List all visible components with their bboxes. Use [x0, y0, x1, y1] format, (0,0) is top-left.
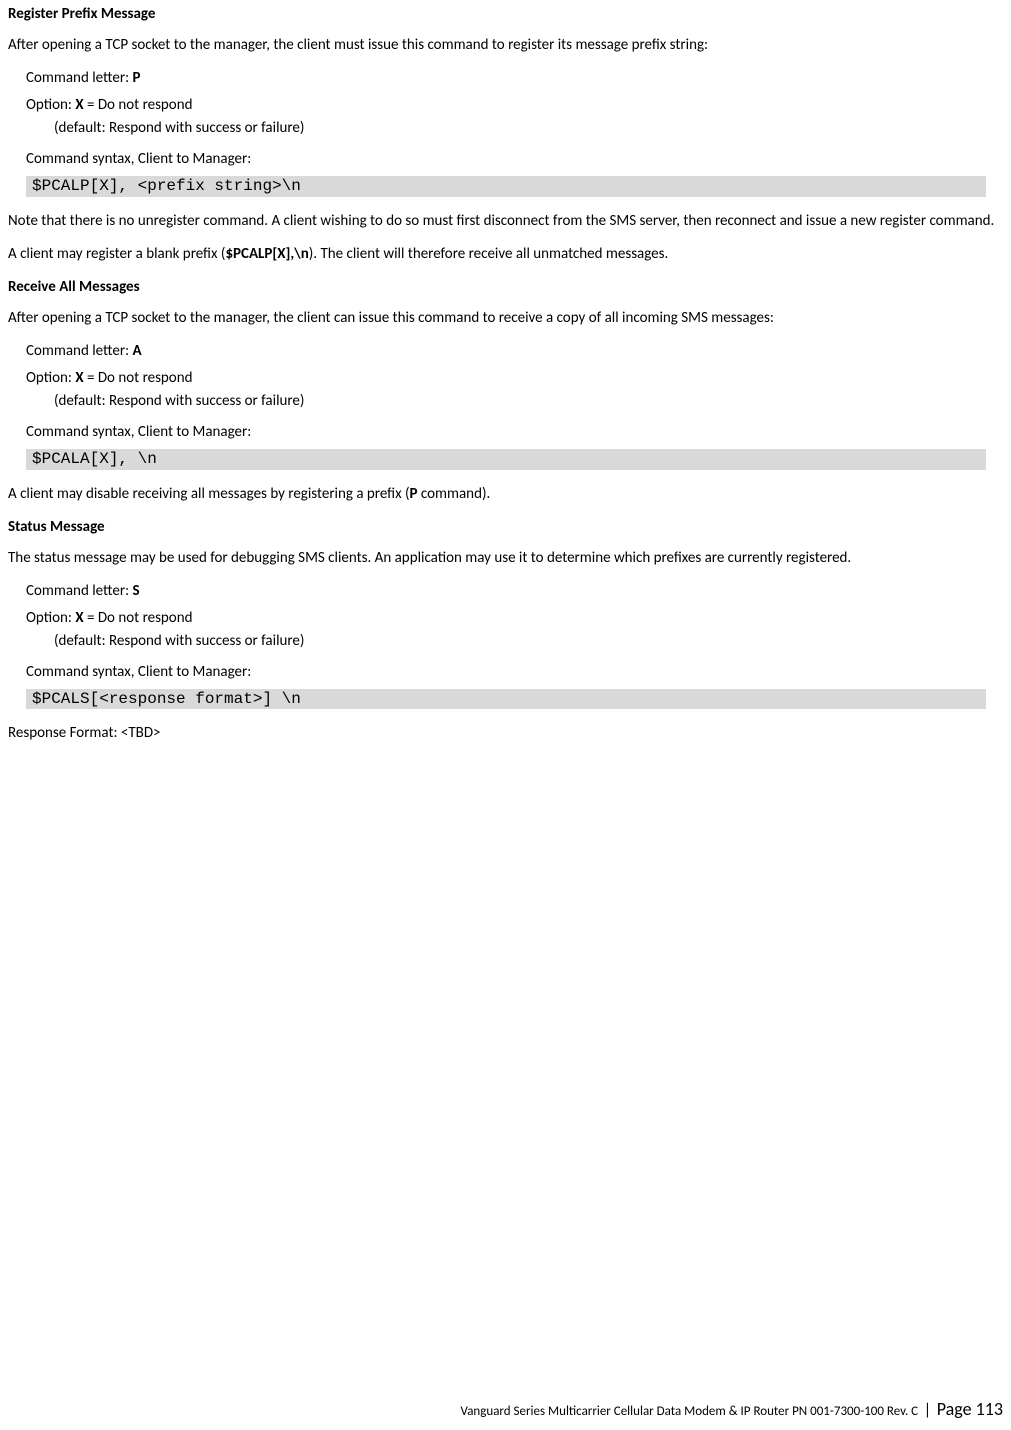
cmd-letter-value: P: [133, 69, 141, 87]
note-disable-bold: P: [410, 485, 418, 503]
footer-page-number: 113: [976, 1398, 1003, 1420]
option-label: Option:: [26, 96, 75, 114]
page-footer: Vanguard Series Multicarrier Cellular Da…: [461, 1397, 1003, 1422]
note-blank-post: ). The client will therefore receive all…: [309, 245, 669, 263]
option-line-3: Option: X = Do not respond: [26, 608, 1003, 629]
option-label-3: Option:: [26, 609, 75, 627]
heading-receive-all: Receive All Messages: [8, 277, 1003, 298]
option-letter-3: X: [75, 609, 83, 627]
cmd-letter-value-2: A: [133, 342, 142, 360]
note-disable-post: command).: [418, 485, 491, 503]
option-default: (default: Respond with success or failur…: [54, 118, 1003, 139]
heading-register-prefix: Register Prefix Message: [8, 4, 1003, 25]
cmd-letter-line-2: Command letter: A: [26, 341, 1003, 362]
footer-separator: |: [920, 1401, 935, 1420]
option-desc-2: = Do not respond: [84, 369, 193, 387]
option-letter-2: X: [75, 369, 83, 387]
footer-doc-title: Vanguard Series Multicarrier Cellular Da…: [461, 1404, 919, 1419]
note-disable-receive-all: A client may disable receiving all messa…: [8, 484, 1003, 505]
code-register-prefix: $PCALP[X], <prefix string>\n: [26, 176, 986, 197]
option-label-2: Option:: [26, 369, 75, 387]
syntax-label-2: Command syntax, Client to Manager:: [26, 422, 1003, 443]
option-default-2: (default: Respond with success or failur…: [54, 391, 1003, 412]
note-unregister: Note that there is no unregister command…: [8, 211, 1003, 232]
note-blank-bold: $PCALP[X],\n: [225, 245, 308, 263]
cmd-letter-line-3: Command letter: S: [26, 581, 1003, 602]
intro-receive-all: After opening a TCP socket to the manage…: [8, 308, 1003, 329]
option-line-2: Option: X = Do not respond: [26, 368, 1003, 389]
cmd-letter-label-3: Command letter:: [26, 582, 133, 600]
option-default-3: (default: Respond with success or failur…: [54, 631, 1003, 652]
note-blank-prefix: A client may register a blank prefix ($P…: [8, 244, 1003, 265]
code-receive-all: $PCALA[X], \n: [26, 449, 986, 470]
note-blank-pre: A client may register a blank prefix (: [8, 245, 225, 263]
cmd-letter-label: Command letter:: [26, 69, 133, 87]
syntax-label: Command syntax, Client to Manager:: [26, 149, 1003, 170]
option-desc: = Do not respond: [84, 96, 193, 114]
cmd-letter-label-2: Command letter:: [26, 342, 133, 360]
cmd-letter-value-3: S: [133, 582, 140, 600]
response-format: Response Format: <TBD>: [8, 723, 1003, 744]
option-line: Option: X = Do not respond: [26, 95, 1003, 116]
intro-status: The status message may be used for debug…: [8, 548, 1003, 569]
syntax-label-3: Command syntax, Client to Manager:: [26, 662, 1003, 683]
footer-page-label: Page: [937, 1398, 976, 1420]
option-letter: X: [75, 96, 83, 114]
intro-register-prefix: After opening a TCP socket to the manage…: [8, 35, 1003, 56]
note-disable-pre: A client may disable receiving all messa…: [8, 485, 410, 503]
cmd-letter-line: Command letter: P: [26, 68, 1003, 89]
heading-status: Status Message: [8, 517, 1003, 538]
code-status: $PCALS[<response format>] \n: [26, 689, 986, 710]
option-desc-3: = Do not respond: [84, 609, 193, 627]
